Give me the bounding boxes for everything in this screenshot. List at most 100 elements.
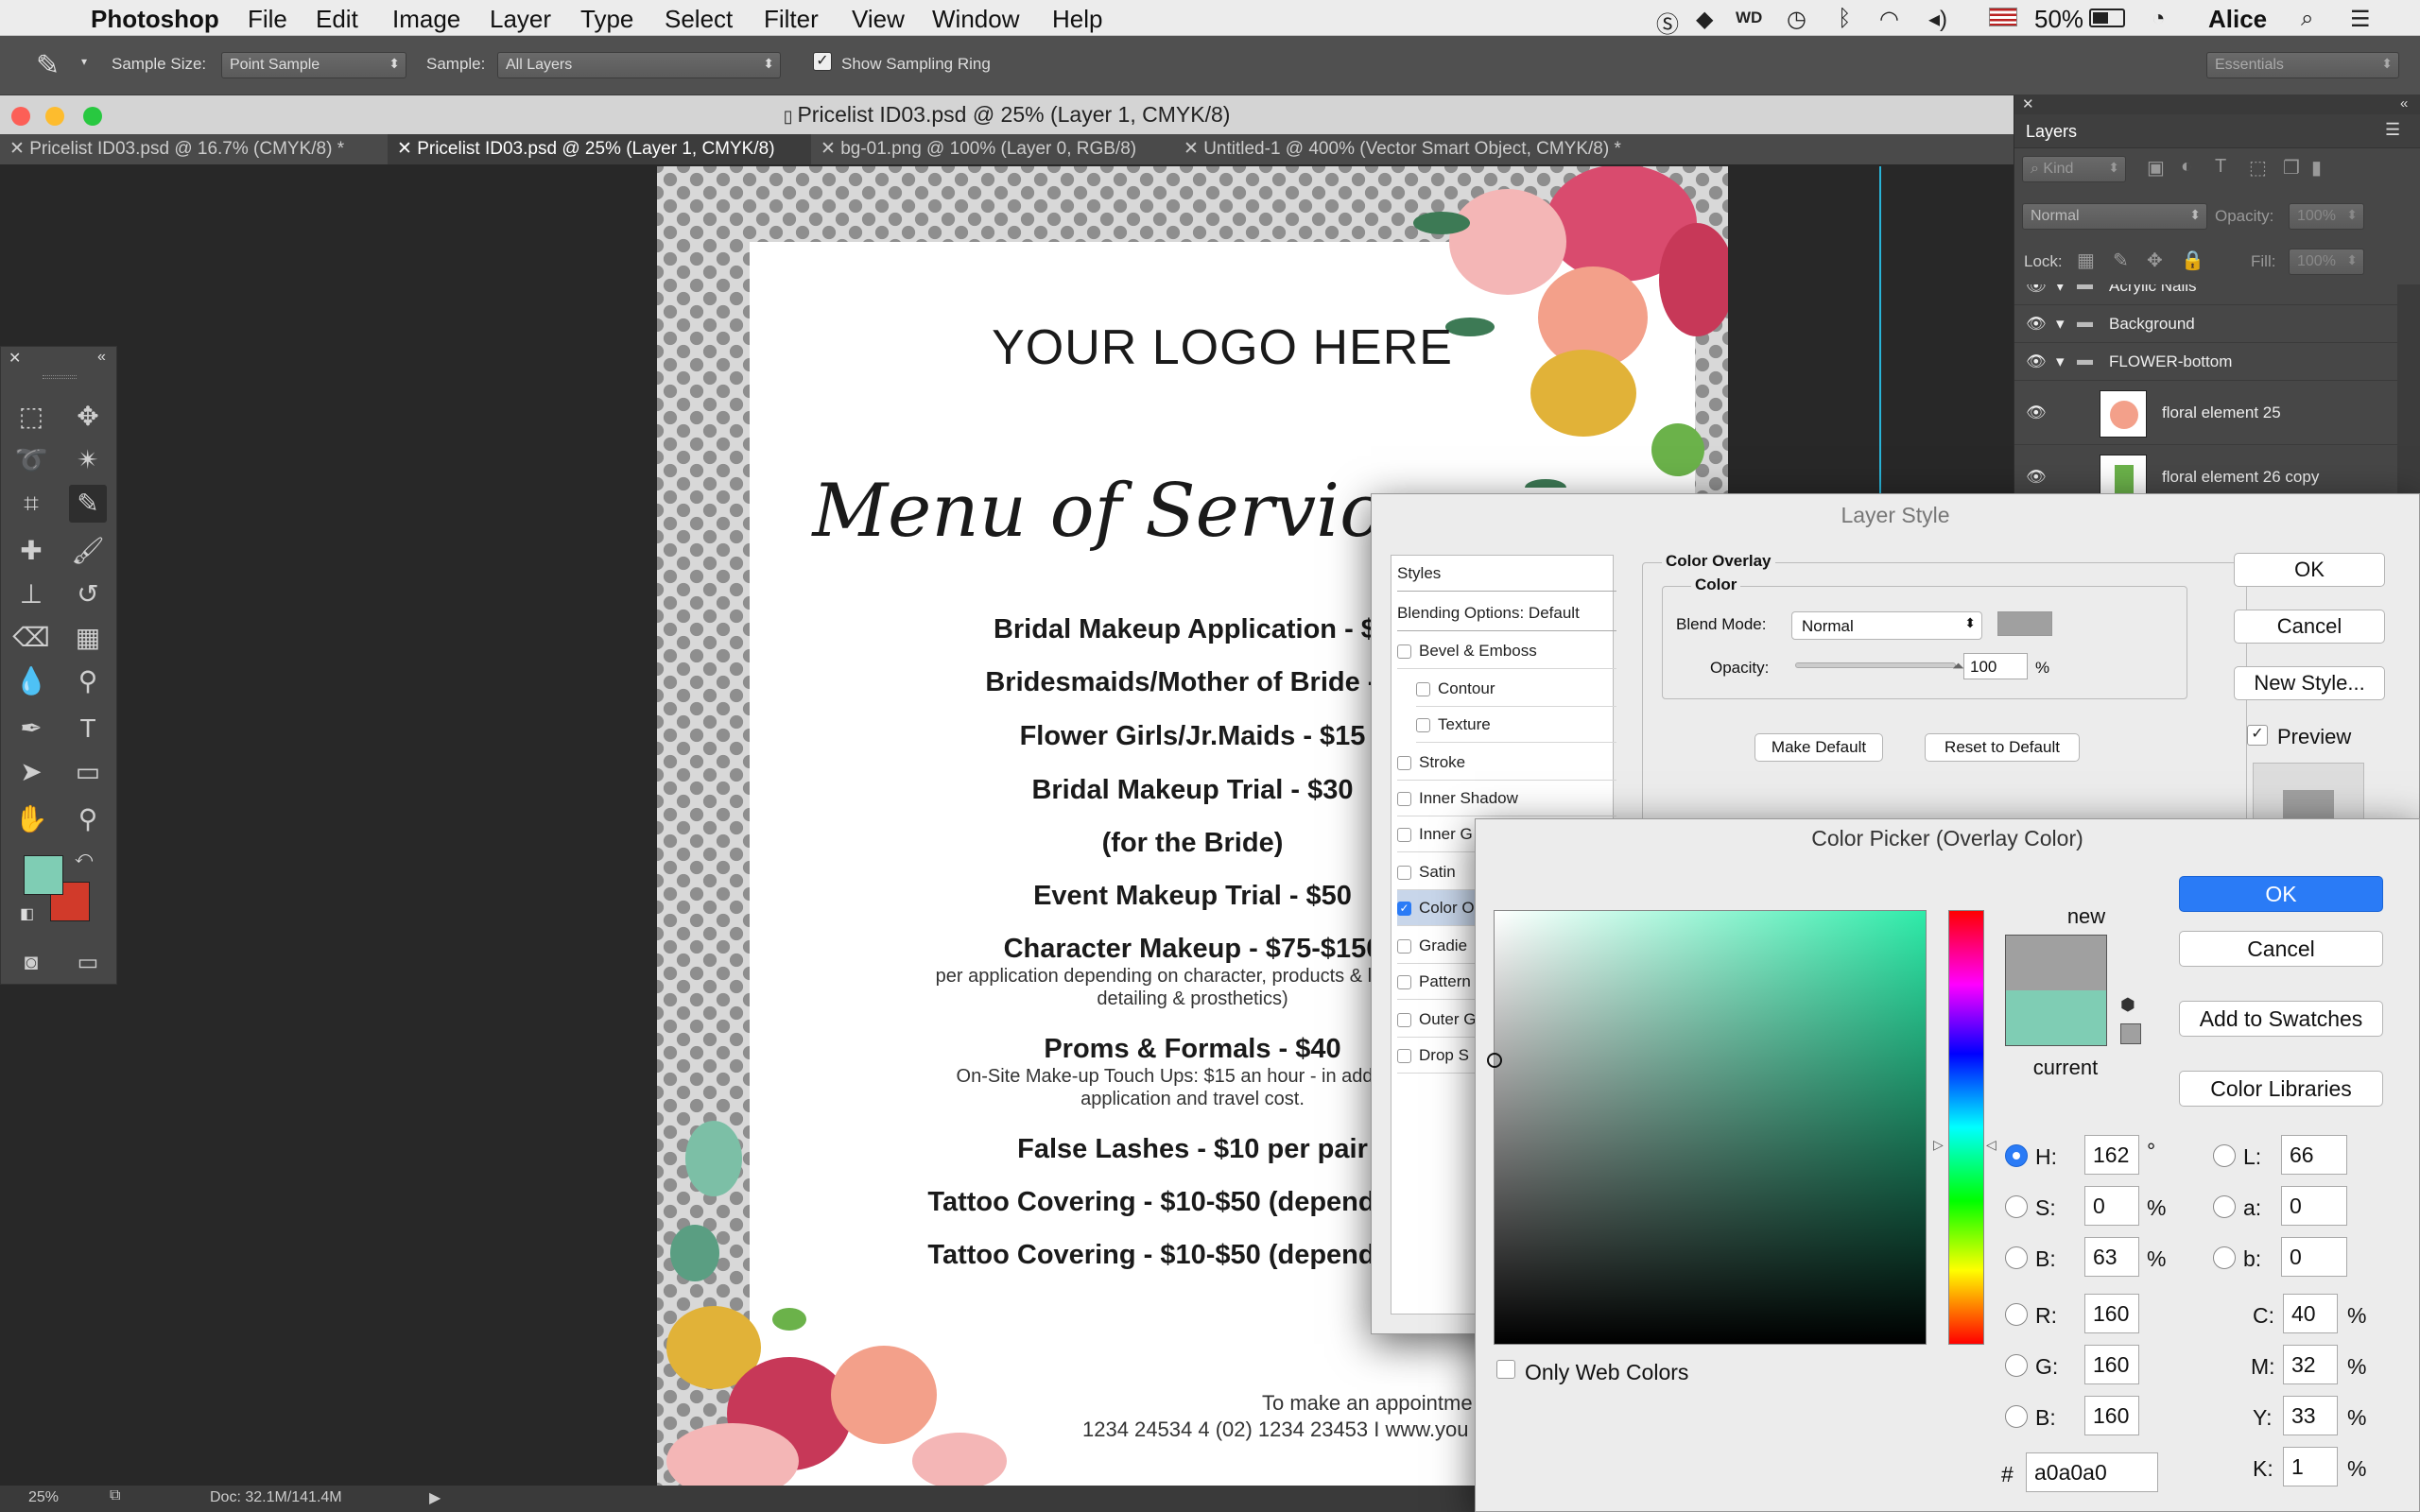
battery-percent[interactable]: 50% <box>2034 5 2083 34</box>
default-colors-icon[interactable]: ◧ <box>20 904 34 923</box>
menu-select[interactable]: Select <box>665 5 733 34</box>
status-share-icon[interactable]: ⧉ <box>110 1487 120 1504</box>
filter-adjustment-icon[interactable]: ◐ <box>2181 156 2192 178</box>
move-tool-icon[interactable]: ✥ <box>69 398 107 436</box>
magic-wand-tool-icon[interactable]: ✴ <box>69 441 107 479</box>
close-tab-icon[interactable]: ✕ <box>397 139 417 159</box>
dodge-tool-icon[interactable]: ⚲ <box>69 662 107 700</box>
opacity-slider-thumb[interactable]: ⏶ <box>1952 659 1964 676</box>
volume-icon[interactable]: ◂) <box>1928 6 1947 33</box>
visibility-eye-icon[interactable]: 👁 <box>2026 352 2047 371</box>
close-tab-icon[interactable]: ✕ <box>821 139 840 159</box>
input-y[interactable]: 33 <box>2283 1396 2338 1435</box>
radio-s[interactable] <box>2005 1195 2028 1218</box>
menu-layer[interactable]: Layer <box>490 5 551 34</box>
close-window-button[interactable] <box>11 107 30 126</box>
field-cursor[interactable] <box>1487 1053 1502 1068</box>
panel-grip[interactable] <box>43 375 77 379</box>
opacity-input[interactable]: 100% <box>2289 203 2364 230</box>
input-lab-b[interactable]: 0 <box>2281 1237 2347 1277</box>
preview-checkbox[interactable]: ✓ <box>2247 725 2268 746</box>
quick-mask-icon[interactable]: ◙ <box>12 944 50 982</box>
blend-mode-select[interactable]: Normal ⬍ <box>1791 611 1982 640</box>
visibility-eye-icon[interactable]: 👁 <box>2026 284 2047 296</box>
close-panel-icon[interactable]: ✕ <box>9 349 21 368</box>
opacity-input[interactable]: 100 <box>1963 653 2028 679</box>
filter-smart-object-icon[interactable]: ❐ <box>2283 156 2300 180</box>
close-panel-icon[interactable]: ✕ <box>2022 95 2034 112</box>
expand-group-icon[interactable]: ▾ <box>2056 315 2065 334</box>
lock-transparent-icon[interactable]: ▦ <box>2077 249 2095 272</box>
zoom-window-button[interactable] <box>83 107 102 126</box>
eyedropper-tool-icon[interactable]: ✎ <box>69 485 107 523</box>
marquee-tool-icon[interactable]: ⬚ <box>12 398 50 436</box>
type-tool-icon[interactable]: T <box>69 710 107 747</box>
filter-kind-select[interactable]: ⌕ Kind <box>2022 156 2126 182</box>
menu-app-photoshop[interactable]: Photoshop <box>91 5 219 34</box>
menu-image[interactable]: Image <box>392 5 460 34</box>
layer-row-acrylic-nails[interactable]: 👁 ▾ ▬ Acrylic Nails <box>2014 284 2397 305</box>
time-machine-icon[interactable]: ◷ <box>1787 6 1806 33</box>
radio-l[interactable] <box>2213 1144 2236 1167</box>
input-a[interactable]: 0 <box>2281 1186 2347 1226</box>
menu-view[interactable]: View <box>852 5 905 34</box>
filter-toggle-icon[interactable]: ▮ <box>2311 156 2322 180</box>
swap-colors-icon[interactable]: ⤺ <box>75 848 93 868</box>
visibility-eye-icon[interactable]: 👁 <box>2026 315 2047 334</box>
skype-icon[interactable]: Ⓢ <box>1656 6 1679 39</box>
menu-help[interactable]: Help <box>1052 5 1102 34</box>
input-k[interactable]: 1 <box>2283 1447 2338 1486</box>
lock-position-icon[interactable]: ✥ <box>2147 249 2163 272</box>
saturation-brightness-field[interactable] <box>1487 910 1927 1345</box>
minimize-window-button[interactable] <box>45 107 64 126</box>
overlay-color-swatch[interactable] <box>1997 611 2052 636</box>
add-to-swatches-button[interactable]: Add to Swatches <box>2179 1001 2383 1037</box>
lock-image-icon[interactable]: ✎ <box>2113 249 2129 272</box>
gradient-tool-icon[interactable]: ▦ <box>69 619 107 657</box>
lasso-tool-icon[interactable]: ➰ <box>12 441 50 479</box>
input-b[interactable]: 63 <box>2084 1237 2139 1277</box>
history-brush-tool-icon[interactable]: ↺ <box>69 576 107 613</box>
clock-icon[interactable]: ◔ <box>2152 6 2166 32</box>
layer-style-cancel-button[interactable]: Cancel <box>2234 610 2385 644</box>
brush-tool-icon[interactable]: 🖌 <box>69 532 107 570</box>
radio-blue[interactable] <box>2005 1405 2028 1428</box>
lock-all-icon[interactable]: 🔒 <box>2181 249 2204 272</box>
reset-to-default-button[interactable]: Reset to Default <box>1925 733 2080 762</box>
eraser-tool-icon[interactable]: ⌫ <box>12 619 50 657</box>
expand-group-icon[interactable]: ▾ <box>2056 352 2065 371</box>
out-of-gamut-cube-icon[interactable]: ⬢ <box>2120 995 2135 1015</box>
rectangle-tool-icon[interactable]: ▭ <box>69 753 107 791</box>
hue-slider-right-arrow[interactable]: ◁ <box>1986 1137 1996 1153</box>
visibility-eye-icon[interactable]: 👁 <box>2026 404 2047 422</box>
status-menu-arrow-icon[interactable]: ▶ <box>429 1488 441 1507</box>
web-safe-swatch-icon[interactable] <box>2120 1023 2141 1044</box>
new-style-button[interactable]: New Style... <box>2234 666 2385 700</box>
color-picker-cancel-button[interactable]: Cancel <box>2179 931 2383 967</box>
layers-scrollbar[interactable] <box>2397 284 2420 502</box>
screen-mode-icon[interactable]: ▭ <box>69 944 107 982</box>
zoom-tool-icon[interactable]: ⚲ <box>69 800 107 838</box>
input-l[interactable]: 66 <box>2281 1135 2347 1175</box>
close-tab-icon[interactable]: ✕ <box>1184 139 1203 159</box>
input-m[interactable]: 32 <box>2283 1345 2338 1384</box>
filter-pixel-icon[interactable]: ▣ <box>2147 156 2165 180</box>
user-name[interactable]: Alice <box>2208 5 2267 34</box>
hue-slider-left-arrow[interactable]: ▷ <box>1933 1137 1944 1153</box>
battery-icon[interactable] <box>2089 9 2125 27</box>
sample-size-select[interactable]: Point Sample <box>221 52 406 78</box>
dropbox-icon[interactable]: ◆ <box>1696 6 1713 33</box>
blur-tool-icon[interactable]: 💧 <box>12 662 50 700</box>
notification-center-icon[interactable]: ☰ <box>2350 6 2371 33</box>
collapse-panel-icon[interactable]: « <box>97 349 106 366</box>
clone-stamp-tool-icon[interactable]: ⊥ <box>12 576 50 613</box>
expand-group-icon[interactable]: ▾ <box>2056 284 2065 296</box>
radio-lab-b[interactable] <box>2213 1246 2236 1269</box>
layer-row-flower-bottom[interactable]: 👁 ▾ ▬ FLOWER-bottom <box>2014 343 2397 381</box>
blend-mode-select[interactable]: Normal <box>2022 203 2207 230</box>
layer-row-background[interactable]: 👁 ▾ ▬ Background <box>2014 305 2397 343</box>
fill-input[interactable]: 100% <box>2289 249 2364 275</box>
show-sampling-ring-checkbox[interactable]: ✓ <box>813 51 832 71</box>
style-contour[interactable]: Contour <box>1416 671 1616 707</box>
input-s[interactable]: 0 <box>2084 1186 2139 1226</box>
